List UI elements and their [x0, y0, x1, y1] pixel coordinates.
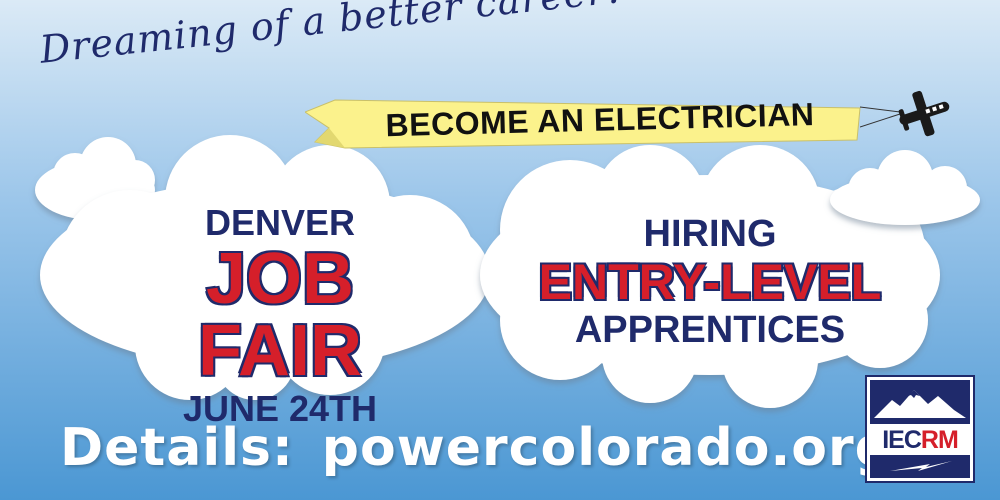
entry-level-heading: ENTRY-LEVEL: [538, 254, 882, 310]
airplane-streamer: BECOME AN ELECTRICIAN: [305, 90, 865, 150]
airplane-icon: [860, 90, 950, 137]
mountain-icon: [874, 390, 966, 418]
details-line: Details: powercolorado.org: [60, 418, 893, 478]
details-label: Details:: [60, 418, 294, 478]
job-fair-block: DENVER JOB FAIR JUNE 24TH: [115, 205, 445, 427]
logo-top-band: [870, 380, 970, 424]
job-fair-banner: Dreaming of a better career? BECOME AN E…: [0, 0, 1000, 500]
apprentices-label: APPRENTICES: [574, 309, 846, 351]
iecrm-logo: IECRM: [865, 375, 975, 483]
city-label: DENVER: [204, 202, 356, 243]
logo-text: IECRM: [882, 426, 959, 454]
website-link[interactable]: powercolorado.org: [322, 418, 893, 478]
job-fair-heading: JOB FAIR: [197, 239, 362, 391]
logo-bottom-band: [870, 455, 970, 478]
hiring-label: HIRING: [643, 213, 777, 255]
small-cloud-right-icon: [830, 150, 980, 225]
hiring-block: HIRING ENTRY-LEVEL APPRENTICES: [500, 215, 920, 349]
lightning-icon: [890, 461, 952, 471]
